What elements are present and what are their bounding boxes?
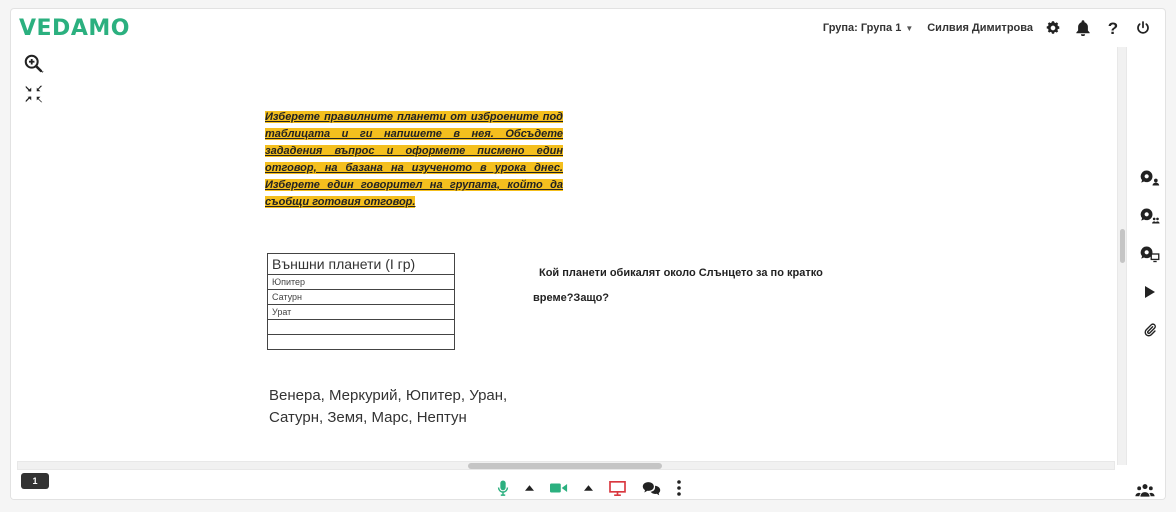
whiteboard[interactable]: Изберете правилните планети от изброенит… xyxy=(11,47,1115,465)
planets-line-2: Сатурн, Земя, Марс, Нептун xyxy=(269,409,467,426)
group-chat-icon[interactable] xyxy=(1139,205,1161,227)
chat-icon[interactable] xyxy=(642,481,661,496)
table-row: Юпитер xyxy=(267,274,455,290)
table-row: Урат xyxy=(267,304,455,320)
planets-line-1: Венера, Меркурий, Юпитер, Уран, xyxy=(269,387,508,404)
paperclip-icon[interactable] xyxy=(1139,319,1161,341)
planets-table-header: Външни планети (I гр) xyxy=(267,253,455,275)
microphone-icon[interactable] xyxy=(497,480,509,496)
mic-options-caret-icon[interactable] xyxy=(525,485,534,491)
horizontal-scroll-thumb[interactable] xyxy=(468,463,662,469)
more-options-icon[interactable] xyxy=(677,480,681,496)
help-icon[interactable]: ? xyxy=(1103,18,1123,38)
bottom-bar: 1 xyxy=(11,471,1165,499)
question-line-1: Кой планети обикалят около Слънцето за п… xyxy=(539,267,823,279)
group-label: Група: Група 1 xyxy=(822,22,902,34)
user-name[interactable]: Силвия Димитрова xyxy=(927,22,1033,34)
top-bar: VEDAMO Група: Група 1 ▼ Силвия Димитрова… xyxy=(11,9,1165,47)
media-controls xyxy=(497,475,681,499)
camera-icon[interactable] xyxy=(550,482,568,494)
bell-icon[interactable] xyxy=(1073,18,1093,38)
header-controls: Група: Група 1 ▼ Силвия Димитрова ? xyxy=(823,9,1153,47)
participants-icon[interactable] xyxy=(1135,483,1155,499)
power-icon[interactable] xyxy=(1133,18,1153,38)
table-row xyxy=(267,334,455,350)
planets-list: Венера, Меркурий, Юпитер, Уран, Сатурн, … xyxy=(269,385,529,429)
app-window: VEDAMO Група: Група 1 ▼ Силвия Димитрова… xyxy=(10,8,1166,500)
vertical-scroll-thumb[interactable] xyxy=(1120,229,1125,263)
private-chat-icon[interactable] xyxy=(1139,167,1161,189)
gear-icon[interactable] xyxy=(1043,18,1063,38)
task-instructions: Изберете правилните планети от изброенит… xyxy=(265,111,563,208)
question-line-2: време?Защо? xyxy=(533,292,610,304)
caret-down-icon: ▼ xyxy=(905,23,914,33)
table-row: Сатурн xyxy=(267,289,455,305)
table-row xyxy=(267,319,455,335)
vedamo-logo: VEDAMO xyxy=(19,16,130,41)
play-icon[interactable] xyxy=(1139,281,1161,303)
board-chat-icon[interactable] xyxy=(1139,243,1161,265)
vertical-scrollbar[interactable] xyxy=(1117,47,1127,465)
page-number-badge[interactable]: 1 xyxy=(21,473,49,489)
screen-share-icon[interactable] xyxy=(609,480,626,496)
right-toolbar xyxy=(1139,167,1163,357)
group-selector[interactable]: Група: Група 1 ▼ xyxy=(823,22,913,34)
question-text: Кой планети обикалят около Слънцето за п… xyxy=(533,261,833,311)
planets-table: Външни планети (I гр) Юпитер Сатурн Урат xyxy=(267,253,455,350)
horizontal-scrollbar[interactable] xyxy=(17,461,1115,470)
camera-options-caret-icon[interactable] xyxy=(584,485,593,491)
